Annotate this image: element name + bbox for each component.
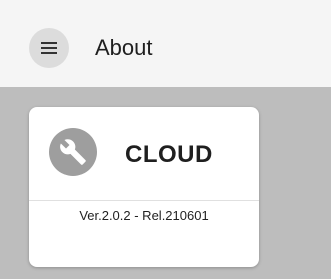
version-text: Ver.2.0.2 - Rel.210601	[79, 208, 209, 223]
app-root: About CLOUD Ver.2.0.2 - Rel.210601	[0, 0, 331, 279]
page-title: About	[95, 35, 153, 60]
menu-button[interactable]	[29, 28, 69, 68]
about-card: CLOUD Ver.2.0.2 - Rel.210601	[29, 107, 259, 267]
app-icon-circle	[49, 128, 97, 176]
card-divider	[29, 200, 259, 201]
product-name: CLOUD	[125, 141, 213, 168]
wrench-icon	[60, 139, 86, 165]
app-bar: About	[0, 0, 331, 87]
hamburger-menu-icon	[41, 42, 57, 54]
